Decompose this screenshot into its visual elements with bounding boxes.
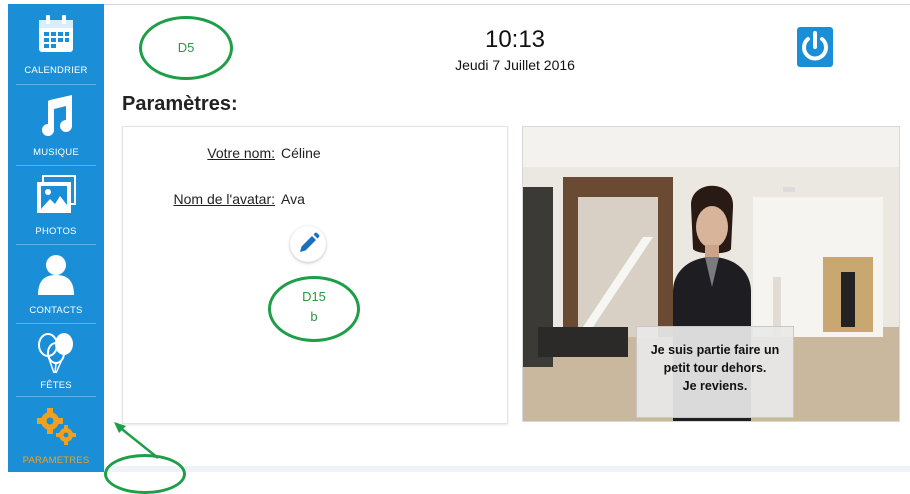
sidebar-item-label: CONTACTS [29,305,83,316]
power-icon [802,31,828,61]
annotation-label-d5: D5 [177,40,195,55]
sidebar-item-fetes[interactable]: FÊTES [8,325,104,397]
name-label: Votre nom: [207,145,275,161]
sidebar-item-contacts[interactable]: CONTACTS [8,246,104,322]
power-button[interactable] [797,27,833,67]
top-border [104,4,910,5]
divider [16,165,96,166]
divider [16,244,96,245]
bottom-bar [104,466,910,472]
annotation-label-d15: D15 b [268,287,360,327]
divider [16,84,96,85]
sidebar-item-label: MUSIQUE [33,147,79,158]
music-note-icon [42,95,72,136]
speech-line-2: petit tour dehors. [663,361,767,375]
annotation-label-d15-line1: D15 [302,289,326,304]
speech-line-1: Je suis partie faire un [650,343,780,357]
sidebar-item-parametres[interactable]: PARAMETRES [8,398,104,472]
pencil-icon [300,232,320,252]
name-value[interactable]: Céline [281,145,321,161]
sidebar-item-photos[interactable]: PHOTOS [8,167,104,243]
sidebar: CALENDRIER MUSIQUE PHOTOS CONTACTS FÊTES… [8,4,104,472]
avatar-name-label: Nom de l'avatar: [173,191,276,207]
sidebar-item-musique[interactable]: MUSIQUE [8,86,104,164]
speech-line-3: Je reviens. [682,379,748,393]
annotation-arrow [114,422,159,459]
sidebar-item-calendrier[interactable]: CALENDRIER [8,4,104,82]
avatar-speech-bubble: Je suis partie faire un petit tour dehor… [636,326,794,418]
divider [16,396,96,397]
page-title: Paramètres: [122,93,238,115]
person-icon [38,255,74,295]
clock-date: Jeudi 7 Juillet 2016 [455,57,575,73]
edit-button[interactable] [290,226,326,262]
avatar-name-value[interactable]: Ava [281,191,305,207]
clock-time: 10:13 [484,26,546,53]
annotation-label-d15-line2: b [310,309,318,324]
settings-card: Votre nom: Céline Nom de l'avatar: Ava [122,126,508,424]
divider [16,323,96,324]
calendar-icon [39,15,73,52]
sidebar-item-label: PHOTOS [35,226,77,237]
sidebar-item-label: PARAMETRES [22,455,90,466]
gears-icon [37,408,76,445]
sidebar-item-label: CALENDRIER [24,65,88,76]
sidebar-item-label: FÊTES [40,380,72,391]
balloons-icon [38,333,73,374]
photo-icon [37,175,76,213]
